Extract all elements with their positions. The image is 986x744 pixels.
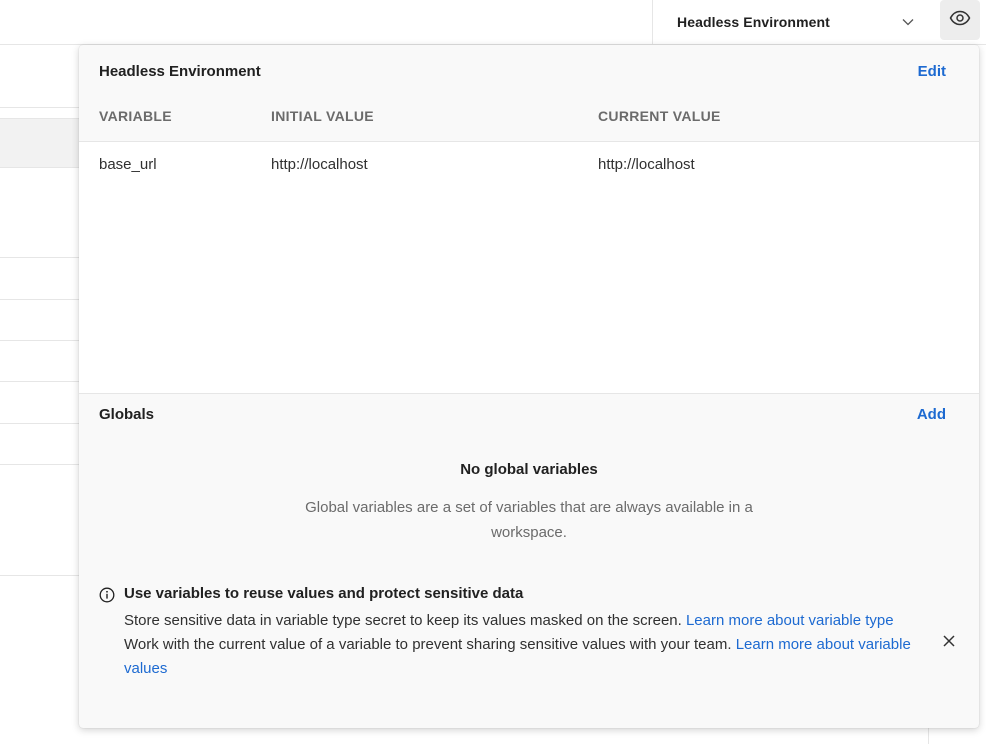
close-icon <box>942 634 956 653</box>
variables-table: base_url http://localhost http://localho… <box>79 141 979 394</box>
close-info-button[interactable] <box>939 633 959 653</box>
learn-more-variable-type-link[interactable]: Learn more about variable type <box>686 612 894 629</box>
background-row <box>0 118 80 168</box>
environment-name: Headless Environment <box>677 14 830 30</box>
chevron-down-icon <box>897 11 919 33</box>
edit-environment-button[interactable]: Edit <box>918 63 946 80</box>
environment-section-title: Headless Environment <box>99 63 261 80</box>
globals-section-title: Globals <box>99 406 155 423</box>
globals-section-header: Globals Add <box>99 406 946 423</box>
current-value-cell: http://localhost <box>598 156 695 173</box>
info-title: Use variables to reuse values and protec… <box>124 585 524 602</box>
info-icon <box>99 587 115 603</box>
info-line: Store sensitive data in variable type se… <box>124 609 914 633</box>
info-text: Work with the current value of a variabl… <box>124 636 736 653</box>
environment-quick-look-popover: Headless Environment Edit VARIABLE INITI… <box>79 45 979 728</box>
eye-icon <box>949 10 971 31</box>
divider <box>0 423 80 424</box>
divider <box>0 340 80 341</box>
info-body: Store sensitive data in variable type se… <box>124 609 914 681</box>
divider <box>0 257 80 258</box>
empty-state-title: No global variables <box>460 461 598 478</box>
divider <box>0 381 80 382</box>
environment-quick-look-button[interactable] <box>940 0 980 40</box>
environment-section-header: Headless Environment Edit <box>99 63 946 80</box>
column-header-variable: VARIABLE <box>99 108 172 124</box>
environment-selector[interactable]: Headless Environment <box>652 0 929 44</box>
column-header-current-value: CURRENT VALUE <box>598 108 721 124</box>
info-text: Store sensitive data in variable type se… <box>124 612 686 629</box>
info-line: Work with the current value of a variabl… <box>124 633 914 681</box>
divider <box>0 299 80 300</box>
divider <box>0 107 80 108</box>
variable-name-cell: base_url <box>99 156 157 173</box>
column-header-initial-value: INITIAL VALUE <box>271 108 374 124</box>
add-global-button[interactable]: Add <box>917 406 946 423</box>
empty-state-description: Global variables are a set of variables … <box>305 499 753 541</box>
divider <box>0 575 80 576</box>
initial-value-cell: http://localhost <box>271 156 368 173</box>
divider <box>0 464 80 465</box>
